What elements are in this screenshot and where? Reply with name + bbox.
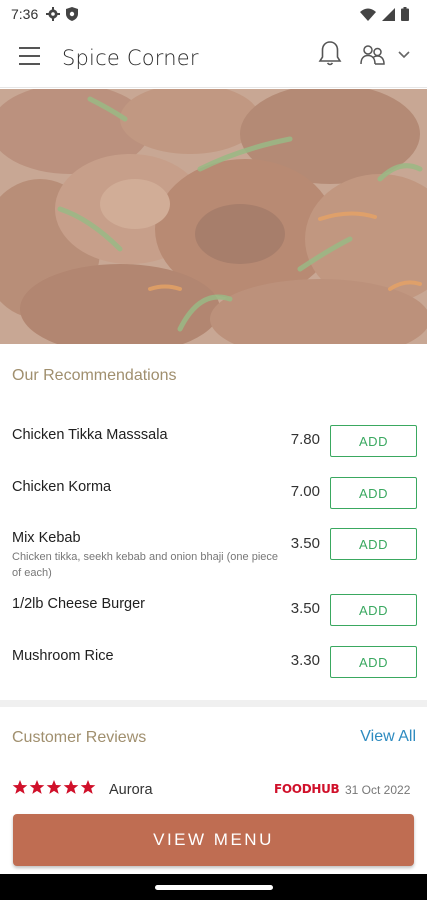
star-icon	[80, 780, 96, 794]
review-date: 31 Oct 2022	[345, 783, 411, 797]
view-all-link[interactable]: View All	[360, 728, 416, 746]
item-price: 7.80	[290, 431, 320, 448]
add-button[interactable]: ADD	[330, 594, 417, 626]
item-price: 7.00	[290, 483, 320, 500]
item-price: 3.30	[290, 652, 320, 669]
recommendations-title: Our Recommendations	[12, 367, 177, 384]
star-icon	[46, 780, 62, 794]
hero-food-image	[0, 89, 427, 344]
item-name: Mushroom Rice	[12, 648, 114, 664]
signal-icon	[382, 7, 395, 21]
item-name: 1/2lb Cheese Burger	[12, 596, 145, 612]
menu-icon[interactable]	[19, 47, 41, 67]
add-button[interactable]: ADD	[330, 477, 417, 509]
review-source-logo: FOODHUB	[274, 782, 340, 796]
add-button[interactable]: ADD	[330, 528, 417, 560]
app-bar: Spice Corner	[0, 30, 427, 88]
view-menu-button[interactable]: VIEW MENU	[13, 814, 414, 866]
home-handle[interactable]	[155, 885, 273, 890]
star-rating	[12, 779, 96, 795]
add-button[interactable]: ADD	[330, 646, 417, 678]
item-name: Chicken Tikka Masssala	[12, 427, 168, 443]
system-nav-bar	[0, 874, 427, 900]
item-name: Mix Kebab	[12, 530, 81, 546]
star-icon	[63, 780, 79, 794]
star-icon	[29, 780, 45, 794]
battery-icon	[401, 7, 409, 21]
star-icon	[12, 780, 28, 794]
reviews-title: Customer Reviews	[12, 729, 147, 746]
item-price: 3.50	[290, 535, 320, 552]
wifi-icon	[360, 8, 376, 21]
gear-icon	[46, 7, 60, 21]
item-description: Chicken tikka, seekh kebab and onion bha…	[12, 551, 279, 579]
bell-icon[interactable]	[318, 40, 342, 68]
item-name: Chicken Korma	[12, 479, 112, 495]
people-icon[interactable]	[360, 44, 386, 66]
add-button[interactable]: ADD	[330, 425, 417, 457]
item-price: 3.50	[290, 600, 320, 617]
chevron-down-icon[interactable]	[398, 51, 410, 59]
reviewer-name: Aurora	[109, 782, 153, 798]
section-divider	[0, 700, 427, 707]
status-bar: 7:36	[0, 0, 427, 30]
shield-icon	[66, 7, 78, 21]
status-time: 7:36	[11, 6, 39, 22]
restaurant-title: Spice Corner	[62, 46, 199, 70]
